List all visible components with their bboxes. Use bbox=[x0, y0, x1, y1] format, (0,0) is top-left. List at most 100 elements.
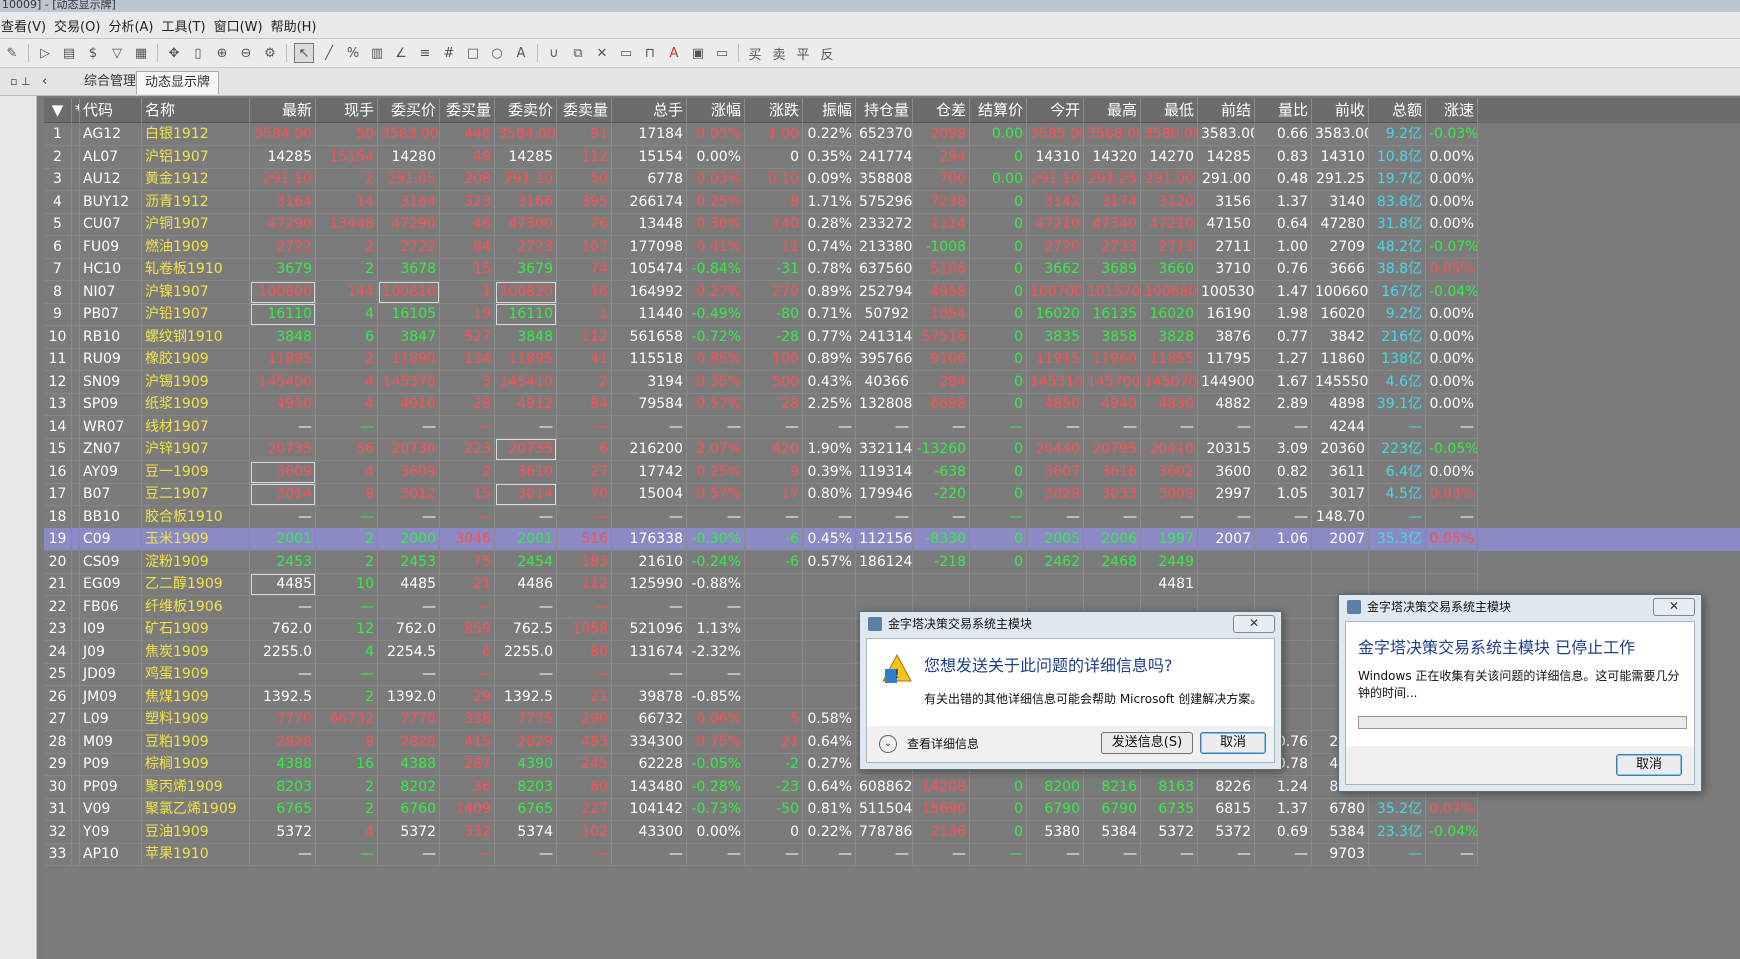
table-row[interactable]: 15 ZN07 沪锌1907 20735 56 20730 223 20735 6 216200 2… bbox=[44, 438, 1740, 461]
circle-icon[interactable]: ○ bbox=[488, 44, 506, 62]
column-header-ask-vol[interactable]: 委卖量 bbox=[557, 98, 612, 123]
table-row[interactable]: 2 AL07 沪铝1907 14285 15154 14280 49 14285 112 1515… bbox=[44, 145, 1740, 169]
column-header-oi-change[interactable]: 仓差 bbox=[913, 98, 970, 123]
save-icon[interactable]: ▣ bbox=[689, 44, 707, 62]
close-button[interactable]: ✕ bbox=[1233, 615, 1275, 633]
column-header-amplitude[interactable]: 振幅 bbox=[803, 98, 856, 123]
menu-item-0[interactable]: 查看(V) bbox=[0, 16, 53, 35]
table-row[interactable]: 12 SN09 沪锡1909 145400 4 145370 3 145410 2 3194 0.3… bbox=[44, 370, 1740, 394]
column-icon[interactable]: ▯ bbox=[189, 44, 207, 62]
lock-icon[interactable]: ⊓ bbox=[641, 44, 659, 62]
table-row[interactable]: 19 C09 玉米1909 2001 2 2000 3046 2001 516 176338 -0.… bbox=[44, 528, 1740, 551]
table-row[interactable]: 10 RB10 螺纹钢1910 3848 6 3847 527 3848 112 561658 -0… bbox=[44, 325, 1740, 349]
table-row[interactable]: 21 EG09 乙二醇1909 4485 10 4485 21 4486 112 125990 -0… bbox=[44, 573, 1740, 596]
angle-icon[interactable]: ∠ bbox=[392, 44, 410, 62]
table-row[interactable]: 14 WR07 线材1907— — — — — — — — — — — — — — — — — —4244— — bbox=[44, 415, 1740, 439]
sell-button[interactable]: 卖 bbox=[770, 44, 788, 63]
zoom-out-icon[interactable]: ⊖ bbox=[237, 44, 255, 62]
column-header-low[interactable]: 最低 bbox=[1141, 98, 1198, 123]
table-row[interactable]: 6 FU09 燃油1909 2722 2 2722 84 2723 107 177098 0.41%… bbox=[44, 235, 1740, 259]
magnet-icon[interactable]: ∪ bbox=[545, 44, 563, 62]
column-header-volume[interactable]: 总手 bbox=[612, 98, 687, 123]
menu-item-5[interactable]: 帮助(H) bbox=[270, 16, 324, 35]
copy-icon[interactable]: ⧉ bbox=[569, 44, 587, 62]
table-row[interactable]: 11 RU09 橡胶1909 11895 2 11890 134 11895 41 115518 0… bbox=[44, 348, 1740, 371]
table-row[interactable]: 18 BB10 胶合板1910— — — — — — — — — — — — — — — — — —148.70— — bbox=[44, 505, 1740, 529]
menu-item-2[interactable]: 分析(A) bbox=[107, 16, 160, 35]
table-row[interactable]: 33 AP10 苹果1910— — — — — — — — — — — — — — — — — —9703— — bbox=[44, 843, 1740, 866]
column-header-speed[interactable]: 涨速 bbox=[1426, 98, 1478, 123]
zoom-in-icon[interactable]: ⊕ bbox=[213, 44, 231, 62]
trash-icon[interactable]: ▭ bbox=[617, 44, 635, 62]
column-header-ask[interactable]: 委卖价 bbox=[495, 98, 557, 123]
tab-overview[interactable]: 综合管理 bbox=[76, 71, 144, 93]
table-row[interactable]: 4 BUY12 沥青1912 3164 14 3164 323 3166 395 266174 0.… bbox=[44, 190, 1740, 214]
column-header-high[interactable]: 最高 bbox=[1084, 98, 1141, 123]
table-row[interactable]: 13 SP09 纸浆1909 4910 4 4910 29 4912 84 79584 0.57% 2… bbox=[44, 393, 1740, 416]
column-header-open-interest[interactable]: 持仓量 bbox=[856, 98, 913, 123]
settings-icon[interactable]: ⚙ bbox=[261, 44, 279, 62]
cell-open-interest: — bbox=[856, 415, 913, 439]
font-color-icon[interactable]: A bbox=[665, 44, 683, 62]
dollar-icon[interactable]: $ bbox=[84, 44, 102, 62]
channel-icon[interactable]: ≡ bbox=[416, 44, 434, 62]
table-row[interactable]: 7 HC10 轧卷板1910 3679 2 3678 15 3679 74 105474 -0.84… bbox=[44, 258, 1740, 281]
line-icon[interactable]: ╱ bbox=[320, 44, 338, 62]
flat-button[interactable]: 平 bbox=[794, 44, 812, 63]
chart-icon[interactable]: ▦ bbox=[132, 44, 150, 62]
bar-tool-icon[interactable]: ▥ bbox=[368, 44, 386, 62]
monitor-icon[interactable]: ▭ bbox=[713, 44, 731, 62]
table-row[interactable]: 31 V09 聚氯乙烯1909 6765 2 6760 1409 6765 227 104142-… bbox=[44, 798, 1740, 821]
table-row[interactable]: 9 PB07 沪铅1907 16110 4 16105 19 16110 1 11440 -0.49… bbox=[44, 303, 1740, 326]
rectangle-icon[interactable]: □ bbox=[464, 44, 482, 62]
column-header-star[interactable]: * bbox=[72, 98, 80, 123]
column-header-name[interactable]: 名称 bbox=[142, 98, 250, 123]
percent-icon[interactable]: % bbox=[344, 44, 362, 62]
column-header-change[interactable]: 涨跌 bbox=[745, 98, 803, 123]
table-row[interactable]: 17 B07 豆二1907 3014 8 3012 15 3014 70 15004 0.57% 17… bbox=[44, 483, 1740, 506]
column-header-code[interactable]: 代码 bbox=[80, 98, 142, 123]
send-button[interactable]: 发送信息(S) bbox=[1101, 732, 1193, 754]
column-header-bid-vol[interactable]: 委买量 bbox=[440, 98, 495, 123]
column-header-cur-vol[interactable]: 现手 bbox=[316, 98, 378, 123]
column-header-change-pct[interactable]: 涨幅 bbox=[687, 98, 745, 123]
column-header-last[interactable]: 最新 bbox=[250, 98, 316, 123]
table-row[interactable]: 8 NI07 沪镍1907 100800 144 100810 1 100820 16 16499… bbox=[44, 280, 1740, 304]
delete-icon[interactable]: ✕ bbox=[593, 44, 611, 62]
grid-tool-icon[interactable]: # bbox=[440, 44, 458, 62]
table-row[interactable]: 32 Y09 豆油1909 5372 4 5372 332 5374 102 43300 0.00%… bbox=[44, 820, 1740, 844]
cell-cur-vol: 2 bbox=[316, 258, 378, 281]
tab-scroll-left-icon[interactable]: ‹ bbox=[34, 71, 55, 93]
move-icon[interactable]: ✥ bbox=[165, 44, 183, 62]
close-button[interactable]: ✕ bbox=[1653, 598, 1695, 616]
column-header-prev-settle[interactable]: 前结 bbox=[1198, 98, 1255, 123]
buy-button[interactable]: 买 bbox=[746, 44, 764, 63]
column-header-turnover[interactable]: 总额 bbox=[1369, 98, 1426, 123]
column-header-vol-ratio[interactable]: 量比 bbox=[1255, 98, 1312, 123]
table-row[interactable]: 16 AY09 豆一1909 3609 4 3609 2 3610 27 17742 0.25% 9 0… bbox=[44, 460, 1740, 484]
menu-item-3[interactable]: 工具(T) bbox=[160, 16, 212, 35]
filter-icon[interactable]: ▽ bbox=[108, 44, 126, 62]
chevron-down-icon[interactable]: ⌄ bbox=[879, 735, 897, 753]
table-row[interactable]: 5 CU07 沪铜1907 47290 13448 47290 46 47300 76 13448… bbox=[44, 213, 1740, 236]
table-row[interactable]: 20 CS09 淀粉1909 2453 2 2453 75 2454 183 21610 -0.24… bbox=[44, 550, 1740, 574]
cursor-icon[interactable]: ↖ bbox=[294, 43, 314, 63]
column-header-settle[interactable]: 结算价 bbox=[970, 98, 1027, 123]
cancel-button[interactable]: 取消 bbox=[1616, 754, 1682, 776]
document-icon[interactable]: ▤ bbox=[60, 44, 78, 62]
cancel-button[interactable]: 取消 bbox=[1200, 732, 1266, 754]
column-header-prev-close[interactable]: 前收 bbox=[1312, 98, 1369, 123]
table-row[interactable]: 1 AG12 白银1912 3584.00 50 3583.00 446 3584.00 91 1… bbox=[44, 123, 1740, 146]
column-header-sort[interactable]: ▼ bbox=[44, 98, 72, 123]
details-toggle[interactable]: 查看详细信息 bbox=[907, 735, 979, 752]
tab-dynamic-board[interactable]: 动态显示牌 bbox=[136, 71, 220, 94]
text-tool-icon[interactable]: A bbox=[512, 44, 530, 62]
column-header-open[interactable]: 今开 bbox=[1027, 98, 1084, 123]
play-icon[interactable]: ▷ bbox=[36, 44, 54, 62]
menu-item-4[interactable]: 窗口(W) bbox=[213, 16, 270, 35]
menu-item-1[interactable]: 交易(O) bbox=[53, 16, 107, 35]
reverse-button[interactable]: 反 bbox=[818, 44, 836, 63]
table-row[interactable]: 3 AU12 黄金1912 291.10 2 291.05 208 291.10 50 6778 0… bbox=[44, 168, 1740, 191]
pencil-icon[interactable]: ✎ bbox=[3, 44, 21, 62]
column-header-bid[interactable]: 委买价 bbox=[378, 98, 440, 123]
